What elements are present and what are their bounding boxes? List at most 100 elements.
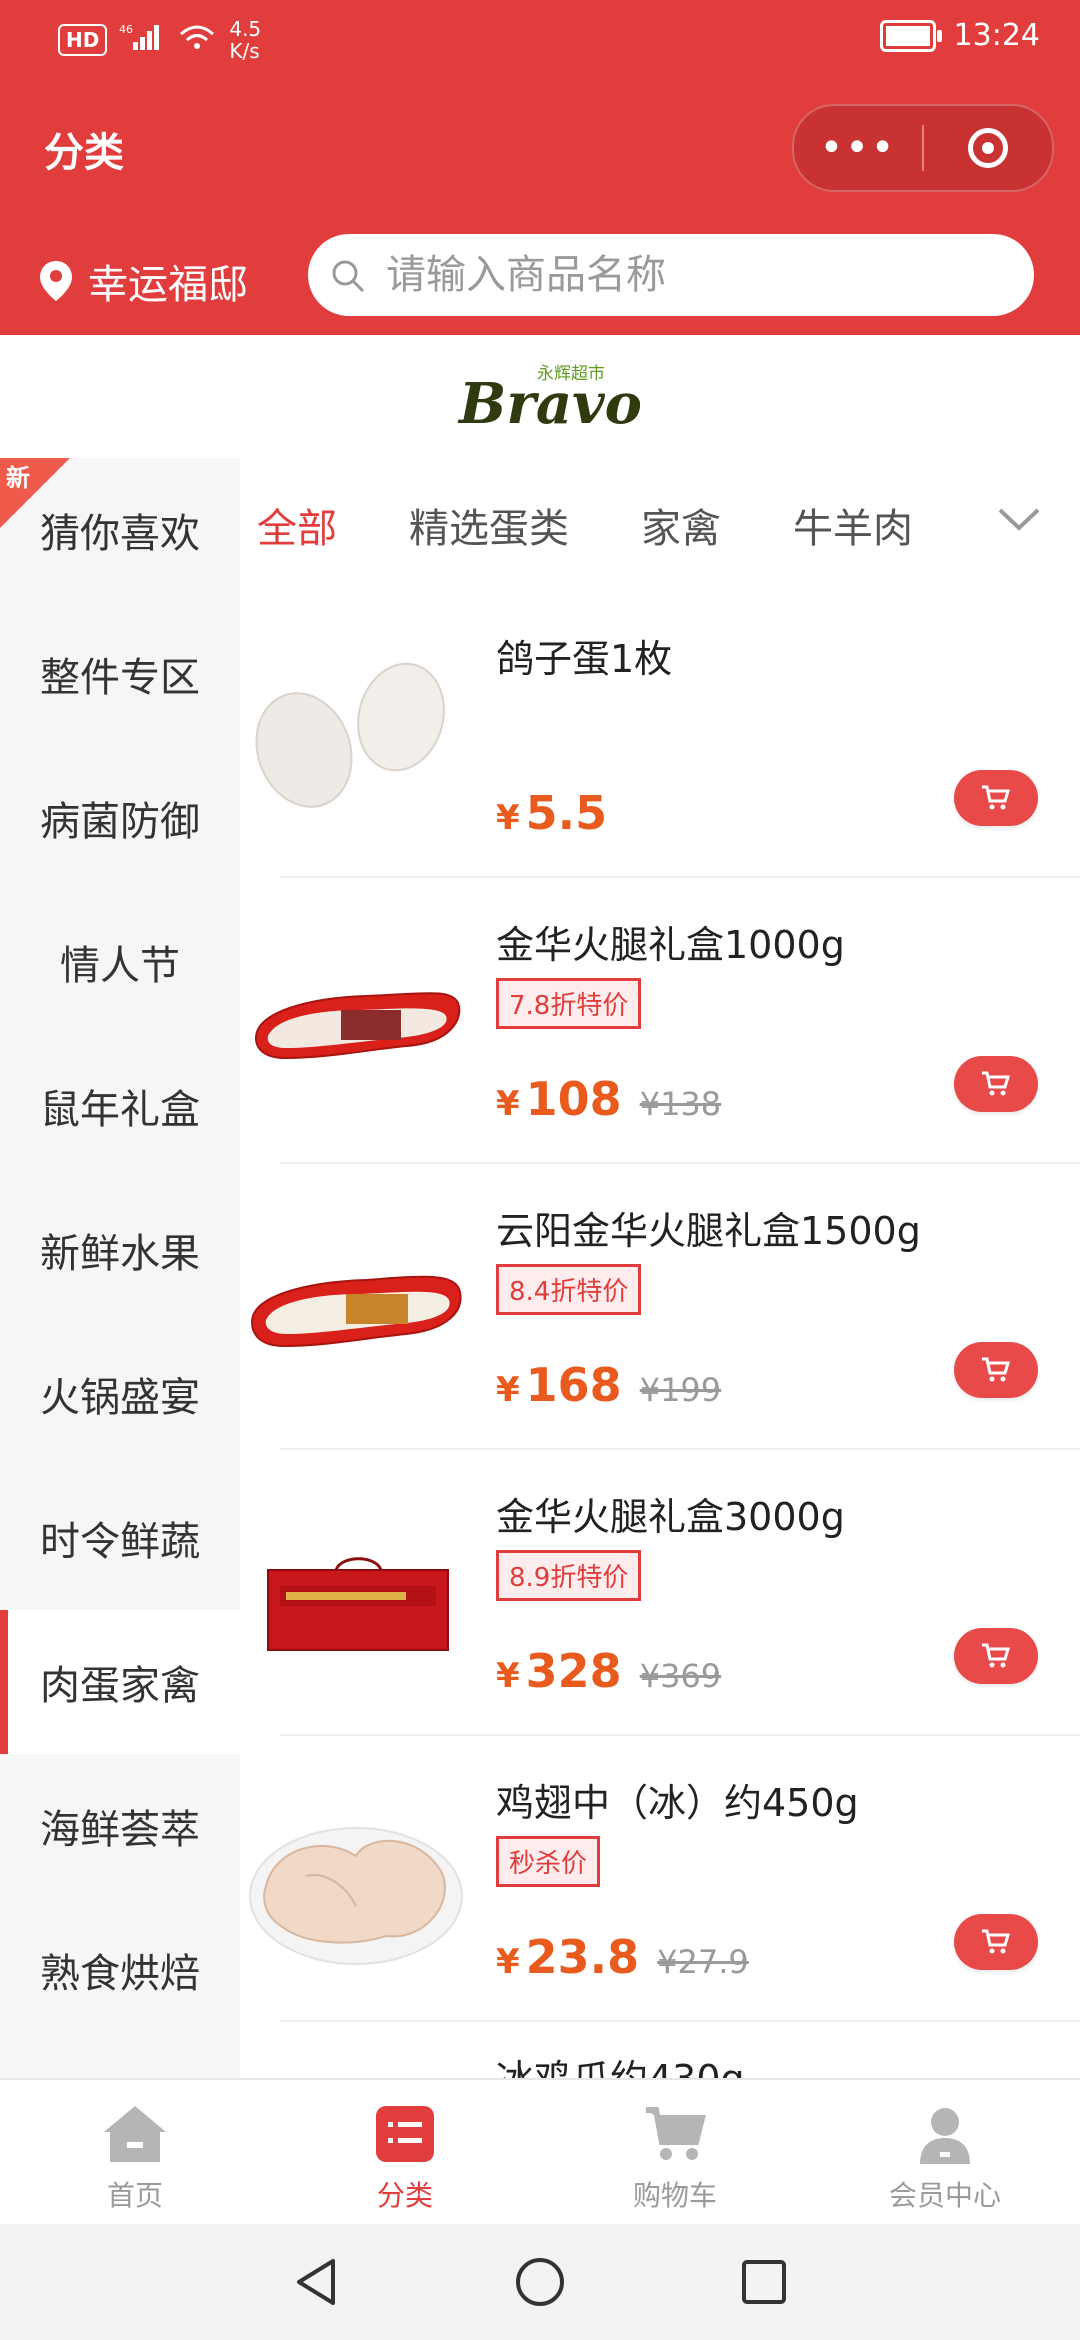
signal-icon: 46 [119,22,165,58]
page-title: 分类 [44,130,124,176]
discount-badge: 8.9折特价 [496,1550,642,1601]
product-price: ¥ 328 ¥369 [496,1644,721,1698]
home-icon [104,2106,166,2162]
svg-text:46: 46 [119,23,133,36]
tab-label: 分类 [376,2179,433,2212]
sidebar-item[interactable]: 时令鲜蔬 [0,1466,240,1610]
product-list: 鸽子蛋1枚 ¥ 5.5 金华火腿礼盒1000g 7.8折特价 ¥ 108 ¥13… [240,592,1080,2078]
user-icon [920,2108,970,2164]
product-name: 金华火腿礼盒1000g [496,923,845,967]
location-label: 幸运福邸 [88,262,248,308]
cart-icon [646,2107,706,2160]
sidebar-item[interactable]: 情人节 [0,890,240,1034]
product-price: ¥ 23.8 ¥27.9 [496,1930,749,1984]
cart-icon [982,1643,1011,1668]
product-card[interactable]: 金华火腿礼盒3000g 8.9折特价 ¥ 328 ¥369 [240,1450,1080,1736]
category-sidebar: 新 猜你喜欢 整件专区 病菌防御 情人节 鼠年礼盒 新鲜水果 火锅盛宴 时令鲜蔬… [0,458,240,2078]
sidebar-item-label: 新鲜水果 [40,1231,200,1277]
add-to-cart-button[interactable] [954,1342,1038,1398]
sidebar-item-label: 时令鲜蔬 [40,1519,200,1565]
cart-icon [982,1929,1011,1954]
add-to-cart-button[interactable] [954,770,1038,826]
product-image [255,662,445,808]
product-image [249,1827,463,1965]
currency-symbol: ¥ [496,798,520,838]
chevron-down-icon[interactable] [996,504,1042,534]
battery-icon [879,19,942,52]
mini-program-capsule: ••• [792,104,1054,192]
subcategory-tab[interactable]: 精选蛋类 [409,496,569,554]
cart-icon [982,1357,1011,1382]
add-to-cart-button[interactable] [954,1628,1038,1684]
svg-text:永辉超市: 永辉超市 [537,364,605,384]
tab-label: 首页 [106,2179,163,2212]
location-selector[interactable]: 幸运福邸 [38,252,248,310]
product-name: 鸽子蛋1枚 [496,637,673,681]
original-price: ¥369 [639,1657,722,1695]
product-image [267,1557,449,1651]
discount-badge: 7.8折特价 [496,978,642,1029]
sidebar-item[interactable]: 火锅盛宴 [0,1322,240,1466]
sidebar-item-label: 海鲜荟萃 [40,1807,200,1853]
back-icon[interactable] [289,2255,343,2309]
subcategory-tab[interactable]: 家禽 [641,496,721,554]
home-circle-icon[interactable] [513,2255,567,2309]
price-value: 108 [525,1072,622,1126]
location-pin-icon [38,259,74,303]
price-value: 5.5 [525,786,608,840]
sidebar-item-active[interactable]: 肉蛋家禽 [0,1610,240,1754]
tab-label: 购物车 [632,2179,717,2212]
search-input[interactable] [384,251,988,299]
discount-badge: 8.4折特价 [496,1264,642,1315]
target-icon [968,128,1008,168]
sidebar-item[interactable]: 鼠年礼盒 [0,1034,240,1178]
tab-cart[interactable]: 购物车 [540,2080,810,2226]
sidebar-item[interactable]: 新 猜你喜欢 [0,458,240,602]
price-value: 23.8 [525,1930,640,1984]
cart-icon [982,785,1011,810]
subcategory-tab-active[interactable]: 全部 [257,496,337,554]
add-to-cart-button[interactable] [954,1056,1038,1112]
clock: 13:24 [953,18,1040,53]
product-price: ¥ 108 ¥138 [496,1072,721,1126]
price-value: 168 [525,1358,622,1412]
new-tag-badge: 新 [0,458,70,528]
currency-symbol: ¥ [496,1942,520,1982]
header: HD 46 4.5 K/s 13:24 分类 ••• 幸运福邸 请输入商品名称 [0,0,1080,335]
sidebar-item-label: 鼠年礼盒 [40,1087,200,1133]
tab-label: 会员中心 [888,2179,1001,2212]
sidebar-item[interactable]: 新鲜水果 [0,1178,240,1322]
search-icon [330,258,365,293]
net-speed: 4.5 [229,17,262,41]
bottom-tab-bar: 首页 分类 购物车 会员中心 [0,2078,1080,2226]
product-card[interactable]: 云阳金华火腿礼盒1500g 8.4折特价 ¥ 168 ¥199 [240,1164,1080,1450]
search-bar[interactable] [308,234,1034,316]
sidebar-item-label: 火锅盛宴 [40,1375,200,1421]
store-logo: Bravo 永辉超市 [455,355,642,437]
svg-text:新: 新 [6,464,30,492]
close-mini-program-button[interactable] [924,128,1052,168]
tab-category[interactable]: 分类 [270,2080,540,2226]
currency-symbol: ¥ [496,1370,520,1410]
tab-member-center[interactable]: 会员中心 [810,2080,1080,2226]
product-card[interactable]: 鸽子蛋1枚 ¥ 5.5 [240,592,1080,878]
add-to-cart-button[interactable] [954,1914,1038,1970]
original-price: ¥138 [639,1085,722,1123]
sidebar-item[interactable]: 整件专区 [0,602,240,746]
product-card[interactable]: 鸡翅中（冰）约450g 秒杀价 ¥ 23.8 ¥27.9 [240,1736,1080,2022]
discount-badge: 秒杀价 [496,1836,601,1887]
recents-icon[interactable] [737,2255,791,2309]
subcategory-tab[interactable]: 牛羊肉 [793,496,913,554]
sidebar-item[interactable]: 海鲜荟萃 [0,1754,240,1898]
currency-symbol: ¥ [496,1084,520,1124]
subcategory-tabs: 全部 精选蛋类 家禽 牛羊肉 [240,458,1080,592]
more-icon[interactable]: ••• [794,125,922,171]
net-speed-unit: K/s [229,39,260,63]
currency-symbol: ¥ [496,1656,520,1696]
sidebar-item-label: 熟食烘焙 [40,1951,200,1997]
product-card[interactable]: 金华火腿礼盒1000g 7.8折特价 ¥ 108 ¥138 [240,878,1080,1164]
product-image [250,1275,462,1348]
tab-home[interactable]: 首页 [0,2080,270,2226]
sidebar-item[interactable]: 病菌防御 [0,746,240,890]
sidebar-item[interactable]: 熟食烘焙 [0,1898,240,2042]
